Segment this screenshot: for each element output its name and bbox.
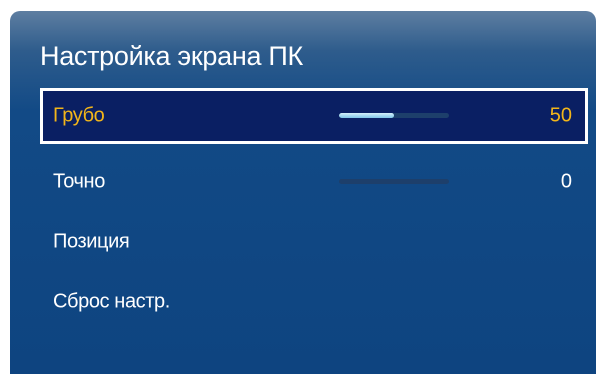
coarse-value: 50 (549, 104, 572, 127)
pc-screen-adjustment-menu: Настройка экрана ПК Грубо 50 Точно 0 Поз… (10, 11, 596, 374)
menu-title: Настройка экрана ПК (40, 41, 303, 71)
fine-slider[interactable] (339, 179, 449, 184)
menu-item-label: Сброс настр. (53, 290, 170, 313)
menu-item-coarse[interactable]: Грубо 50 (40, 88, 588, 144)
menu-item-reset[interactable]: Сброс настр. (40, 274, 588, 330)
fine-value: 0 (560, 170, 572, 193)
menu-item-label: Грубо (53, 104, 105, 127)
menu-item-label: Позиция (53, 230, 130, 253)
coarse-slider-fill (339, 113, 394, 118)
menu-item-label: Точно (53, 170, 105, 193)
menu-item-fine[interactable]: Точно 0 (40, 154, 588, 210)
menu-item-position[interactable]: Позиция (40, 214, 588, 270)
coarse-slider[interactable] (339, 113, 449, 118)
